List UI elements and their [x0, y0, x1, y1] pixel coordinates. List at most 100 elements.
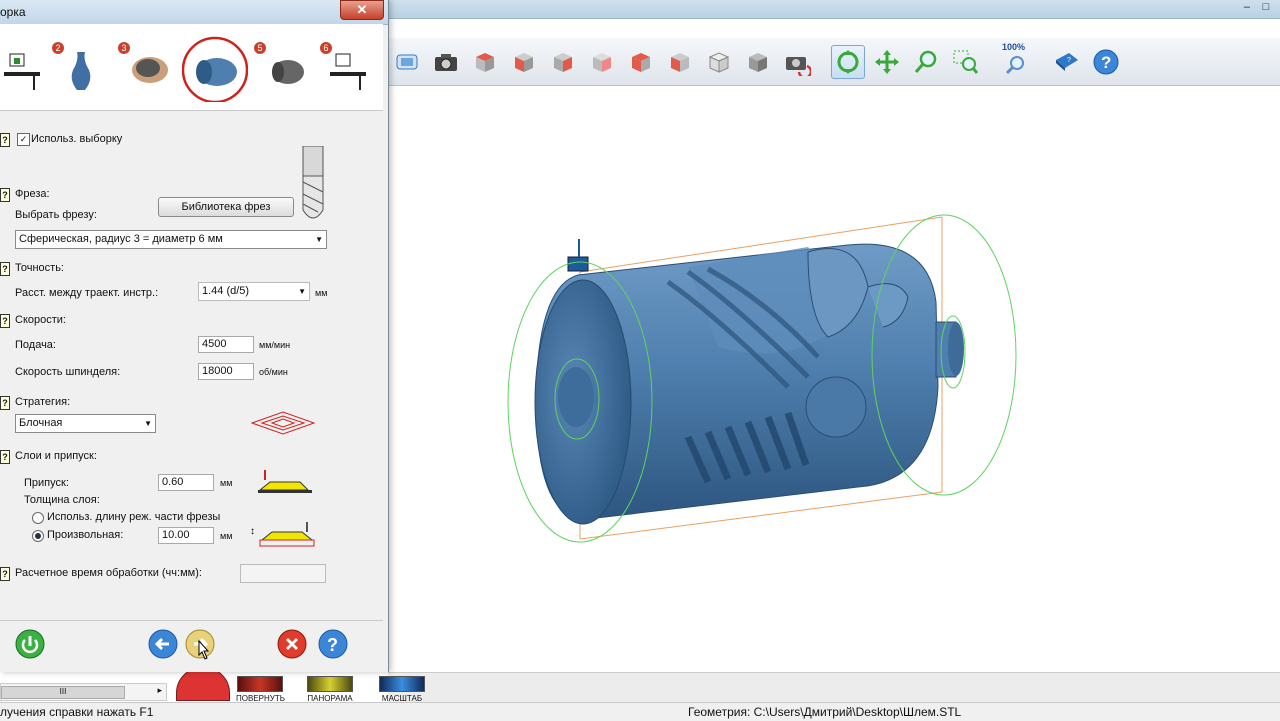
layer-option-cutter-length-label: Использ. длину реж. части фрезы [47, 511, 221, 523]
cube-gray-icon [749, 52, 767, 72]
time-output [240, 564, 326, 583]
help-speeds[interactable]: ? [0, 314, 10, 328]
view-iso-button[interactable] [702, 45, 736, 79]
help-icon: ? [1093, 49, 1119, 74]
help-time[interactable]: ? [0, 567, 10, 581]
layer-option-custom-radio[interactable] [32, 530, 44, 542]
scroll-right-icon[interactable]: ▸ [157, 685, 162, 696]
stepover-value: 1.44 (d/5) [202, 285, 250, 297]
feed-label: Подача: [15, 339, 56, 351]
view-left-button[interactable] [624, 45, 658, 79]
layer-thickness-unit: мм [220, 531, 233, 541]
dialog-close-button[interactable]: ✕ [340, 0, 384, 20]
use-roughing-label: Использ. выборку [31, 133, 123, 145]
rotate-view-button[interactable] [831, 44, 865, 79]
rotate-nav-button[interactable]: ПОВЕРНУТЬ [236, 676, 285, 703]
layer-diagram-icon: ↕ [250, 522, 315, 547]
rotate-bar-icon [237, 676, 283, 692]
stepover-select[interactable]: 1.44 (d/5) ▼ [198, 282, 310, 301]
feed-unit: мм/мин [259, 340, 291, 350]
status-bar: лучения справки нажать F1 Геометрия: C:\… [0, 702, 1280, 721]
help-use-roughing[interactable]: ? [0, 133, 10, 147]
scrollbar-thumb[interactable]: III [1, 686, 125, 699]
view-bottom-button[interactable] [663, 45, 697, 79]
step-6[interactable]: 6 [320, 36, 376, 102]
rotate-dial-icon[interactable] [176, 667, 230, 701]
view-right-button[interactable] [546, 45, 580, 79]
view-toolbar: 100% ? ? [388, 38, 1280, 86]
allowance-input[interactable]: 0.60 [158, 474, 214, 491]
step-3[interactable]: 3 [118, 36, 174, 102]
step-4-active[interactable] [182, 36, 248, 102]
help-layers[interactable]: ? [0, 450, 10, 464]
help-cutter[interactable]: ? [0, 188, 10, 202]
strategy-select[interactable]: Блочная ▼ [15, 414, 156, 433]
spindle-input[interactable]: 18000 [198, 363, 254, 380]
tool-cube [567, 256, 589, 272]
horizontal-scrollbar[interactable]: III ▸ [0, 683, 167, 701]
speeds-section-label: Скорости: [15, 314, 66, 326]
cube-left-icon [632, 52, 650, 72]
svg-text:?: ? [327, 635, 338, 655]
chevron-down-icon: ▼ [298, 287, 306, 296]
layers-section-label: Слои и припуск: [15, 450, 97, 462]
pan-nav-button[interactable]: ПАНОРАМА [306, 676, 354, 703]
stepover-unit: мм [315, 288, 328, 298]
step-2[interactable]: 2 [52, 36, 108, 102]
view-fit-button[interactable] [390, 45, 424, 79]
step-1[interactable] [0, 36, 50, 102]
cancel-button[interactable] [277, 629, 307, 659]
dialog-title: орка [0, 5, 26, 19]
view-back-button[interactable] [585, 45, 619, 79]
layer-thickness-input[interactable]: 10.00 [158, 527, 214, 544]
view-front-button[interactable] [507, 45, 541, 79]
help-strategy[interactable]: ? [0, 396, 10, 410]
manual-button[interactable]: ? [1050, 45, 1084, 79]
cube-front-icon [515, 52, 533, 72]
mouse-cursor-icon [198, 640, 210, 660]
zoom-100-button[interactable]: 100% [999, 42, 1033, 79]
status-geometry-path: Геометрия: C:\Users\Дмитрий\Desktop\Шлем… [688, 705, 962, 719]
view-fit-icon [396, 54, 418, 69]
confirm-button[interactable] [15, 629, 45, 659]
view-gray-button[interactable] [741, 45, 775, 79]
step-5[interactable]: 5 [254, 36, 310, 102]
3d-viewport[interactable] [388, 87, 1280, 672]
block-strategy-icon [250, 411, 316, 435]
zoom-view-button[interactable] [909, 45, 943, 79]
chevron-down-icon: ▼ [144, 419, 152, 428]
allowance-label: Припуск: [24, 477, 69, 489]
layer-option-cutter-length-radio[interactable] [32, 512, 44, 524]
strategy-value: Блочная [19, 417, 63, 429]
pan-view-button[interactable] [870, 45, 904, 79]
camera-reset-button[interactable] [780, 45, 814, 79]
camera-icon [435, 53, 457, 71]
dialog-titlebar: орка ✕ [0, 0, 388, 25]
cutter-select[interactable]: Сферическая, радиус 3 = диаметр 6 мм ▼ [15, 230, 327, 249]
endmill-icon [302, 146, 324, 219]
strategy-section-label: Стратегия: [15, 396, 71, 408]
dialog-help-button[interactable]: ? [318, 629, 348, 659]
machine-setup-icon [4, 53, 40, 90]
pan-arrows-icon [875, 49, 899, 74]
stepover-label: Расст. между траект. инстр.: [15, 287, 159, 299]
zoom-window-button[interactable] [948, 45, 982, 79]
rotate-icon [837, 49, 859, 74]
maximize-button[interactable]: □ [1258, 1, 1274, 13]
use-roughing-checkbox[interactable]: ✓ [17, 133, 30, 146]
snapshot-button[interactable] [429, 45, 463, 79]
feed-input[interactable]: 4500 [198, 336, 254, 353]
cube-back-icon [593, 52, 611, 72]
cube-iso-icon [708, 51, 730, 73]
finishing-model-icon [272, 60, 304, 84]
spindle-label: Скорость шпинделя: [15, 366, 121, 378]
scale-nav-button[interactable]: МАСШТАБ [378, 676, 426, 703]
zoom-icon [914, 50, 937, 73]
cutter-library-button[interactable]: Библиотека фрез [158, 197, 294, 217]
allowance-diagram-icon [258, 470, 312, 493]
back-button[interactable] [148, 629, 178, 659]
help-button[interactable]: ? [1089, 45, 1123, 79]
minimize-button[interactable]: – [1239, 1, 1255, 13]
view-iso-red-button[interactable] [468, 45, 502, 79]
help-accuracy[interactable]: ? [0, 262, 10, 276]
